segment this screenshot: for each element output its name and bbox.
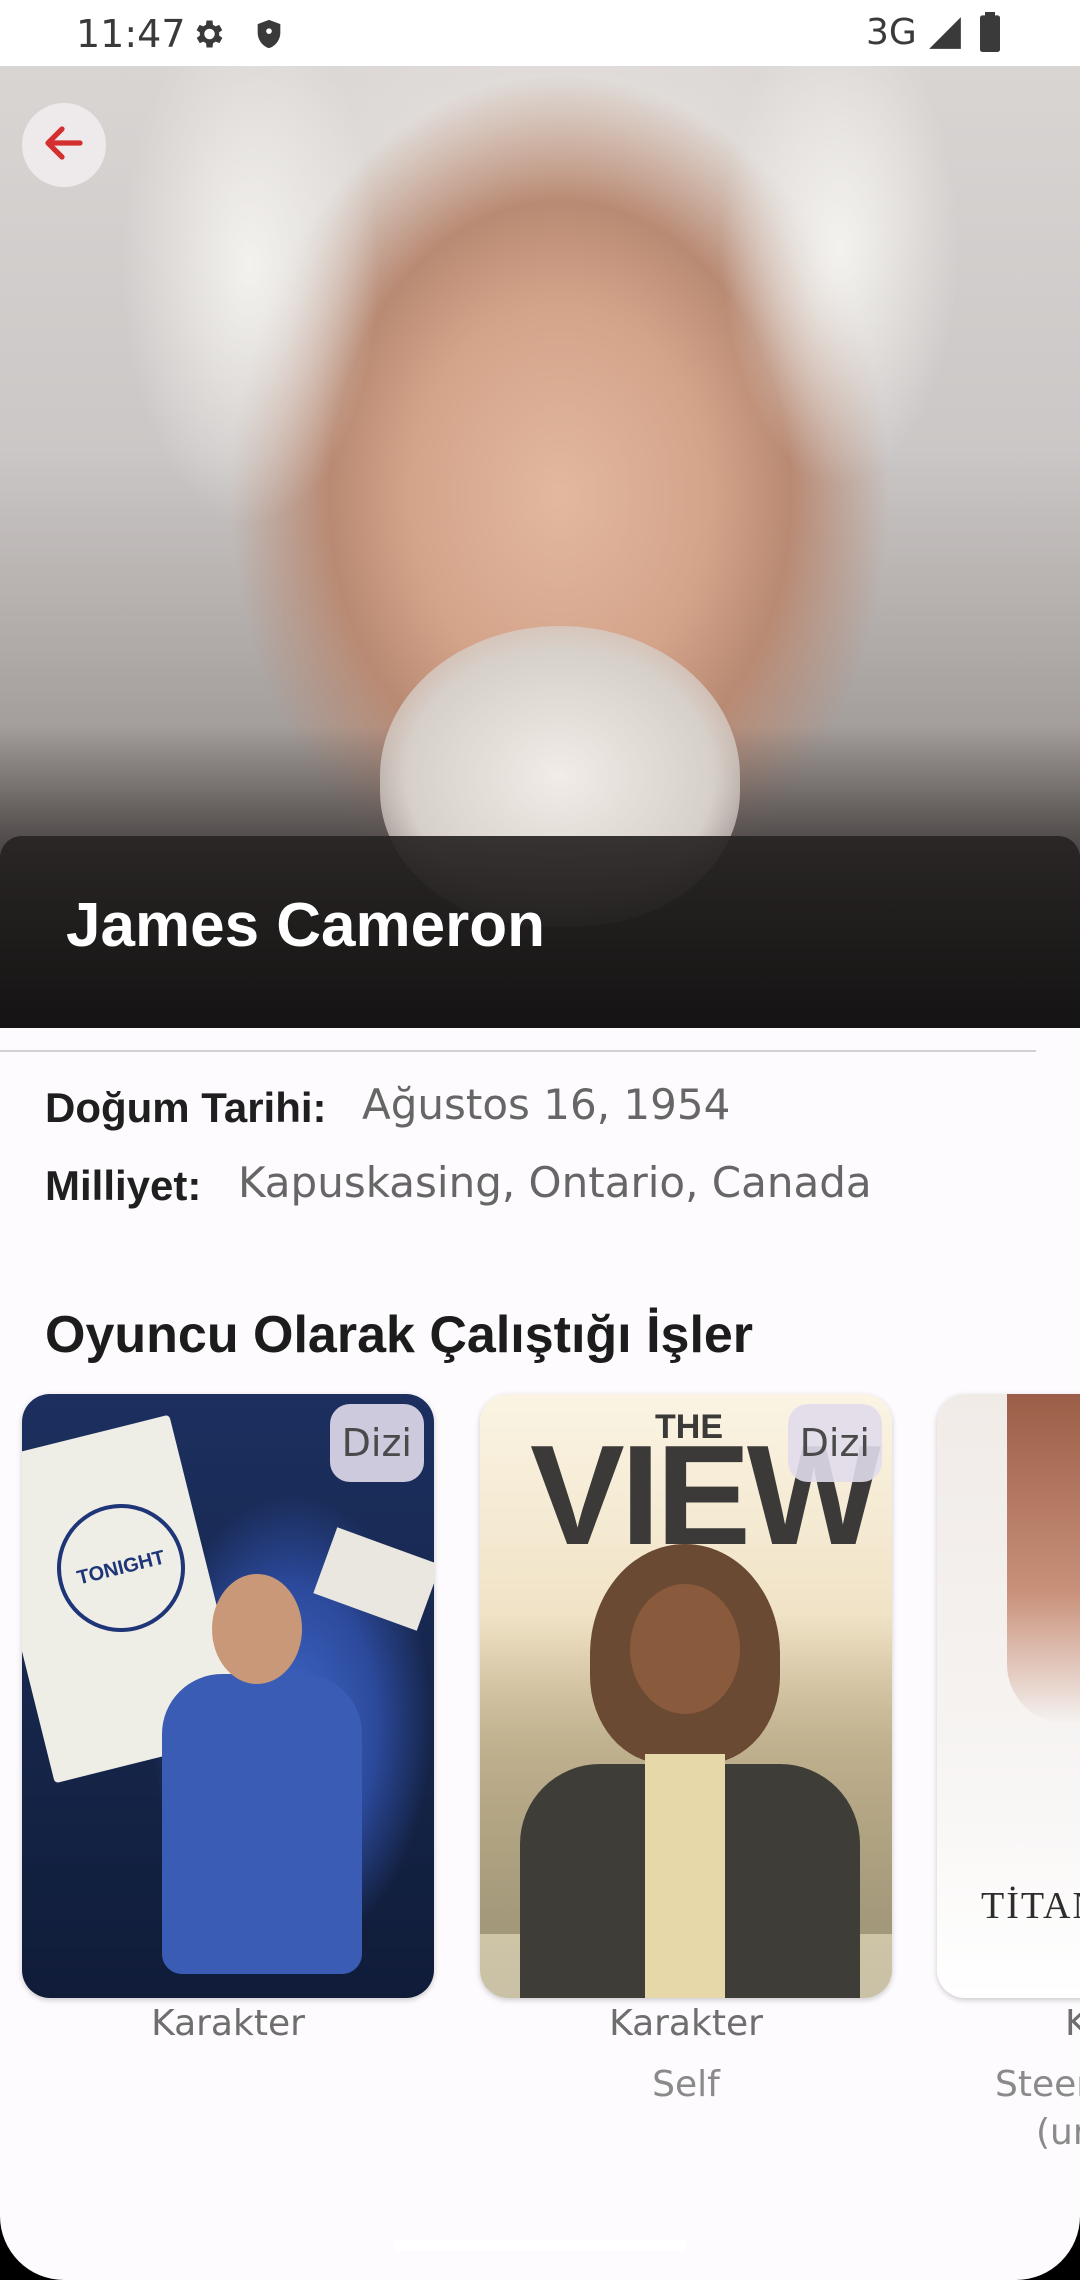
works-section-title: Oyuncu Olarak Çalıştığı İşler [45,1306,754,1364]
network-type: 3G [866,12,917,53]
card-caption: K [1065,2003,1080,2044]
card-character: Steer [995,2064,1080,2105]
type-badge: Dizi [329,1404,424,1482]
gesture-nav-handle[interactable] [393,2240,687,2251]
divider [0,1050,1036,1052]
battery-icon [978,12,1002,57]
person-name: James Cameron [66,891,546,960]
type-badge: Dizi [787,1404,882,1482]
work-card[interactable]: TONIGHT Dizi [22,1394,434,1998]
arrow-left-icon [40,119,88,172]
birthplace-value: Kapuskasing, Ontario, Canada [238,1158,872,1207]
gear-icon [190,16,226,57]
work-card[interactable]: VIEW THE Dizi [480,1394,892,1998]
work-poster: TİTAN [937,1394,1080,1998]
birth-date-label: Doğum Tarihi: [45,1084,327,1131]
work-card[interactable]: TİTAN [937,1394,1080,1998]
signal-icon [926,14,964,57]
card-character-line2: (ur [1036,2112,1080,2153]
card-caption: Karakter [151,2003,305,2044]
shield-icon [252,16,286,57]
back-button[interactable] [22,103,106,187]
status-time: 11:47 [76,12,186,56]
work-poster: VIEW THE [480,1394,892,1998]
person-detail-screen: 11:47 3G James Cameron Doğum Tarihi: Ağu… [0,0,1080,2280]
card-caption: Karakter [609,2003,763,2044]
poster-title: TİTAN [981,1885,1080,1927]
birthplace-label: Milliyet: [45,1162,202,1209]
work-poster: TONIGHT [22,1394,434,1998]
card-character: Self [652,2064,720,2105]
poster-title-prefix: THE [655,1408,723,1446]
birth-date-value: Ağustos 16, 1954 [362,1080,731,1129]
status-bar: 11:47 3G [0,0,1080,66]
